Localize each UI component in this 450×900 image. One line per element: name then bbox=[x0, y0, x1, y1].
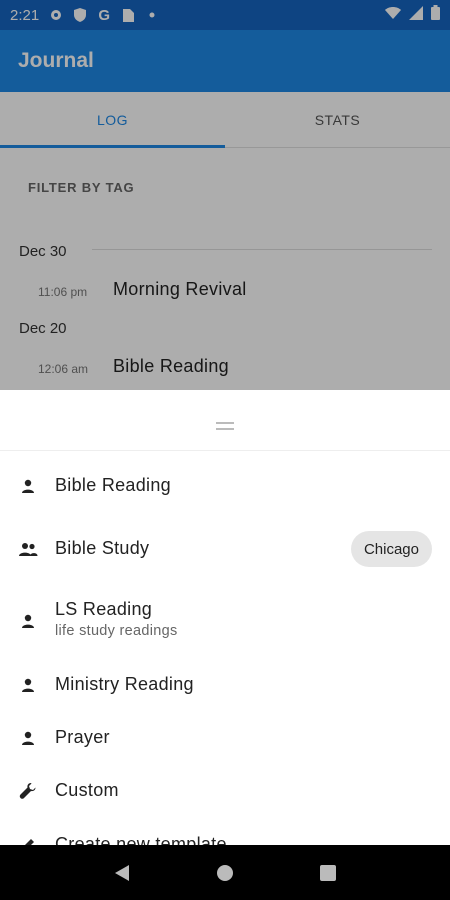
template-label: Ministry Reading bbox=[55, 674, 194, 694]
template-item-bible-study[interactable]: Bible Study Chicago bbox=[0, 528, 450, 570]
recents-icon[interactable] bbox=[308, 853, 348, 893]
edit-icon bbox=[18, 835, 38, 845]
template-item-ls-reading[interactable]: LS Reading life study readings bbox=[0, 595, 450, 647]
group-icon bbox=[18, 539, 38, 559]
sheet-divider bbox=[0, 450, 450, 451]
person-icon bbox=[18, 476, 38, 496]
template-item-custom[interactable]: Custom bbox=[0, 772, 450, 810]
person-icon bbox=[18, 611, 38, 631]
template-label: Prayer bbox=[55, 727, 110, 747]
template-label: LS Reading bbox=[55, 599, 153, 619]
template-item-prayer[interactable]: Prayer bbox=[0, 719, 450, 757]
template-item-ministry-reading[interactable]: Ministry Reading bbox=[0, 666, 450, 704]
drag-handle-icon[interactable] bbox=[216, 422, 234, 430]
template-label: Bible Reading bbox=[55, 475, 171, 495]
person-icon bbox=[18, 675, 38, 695]
home-icon[interactable] bbox=[205, 853, 245, 893]
system-nav-bar bbox=[0, 845, 450, 900]
back-icon[interactable] bbox=[102, 853, 142, 893]
template-subtitle: life study readings bbox=[55, 623, 178, 639]
template-label: Bible Study bbox=[55, 538, 150, 558]
template-label: Create new template bbox=[55, 834, 227, 845]
template-bottom-sheet: Bible Reading Bible Study Chicago LS Rea… bbox=[0, 390, 450, 845]
template-item-create-new[interactable]: Create new template bbox=[0, 826, 450, 845]
template-item-bible-reading[interactable]: Bible Reading bbox=[0, 466, 450, 506]
wrench-icon bbox=[18, 781, 38, 801]
template-label: Custom bbox=[55, 780, 119, 800]
person-icon bbox=[18, 728, 38, 748]
location-chip[interactable]: Chicago bbox=[350, 531, 432, 567]
